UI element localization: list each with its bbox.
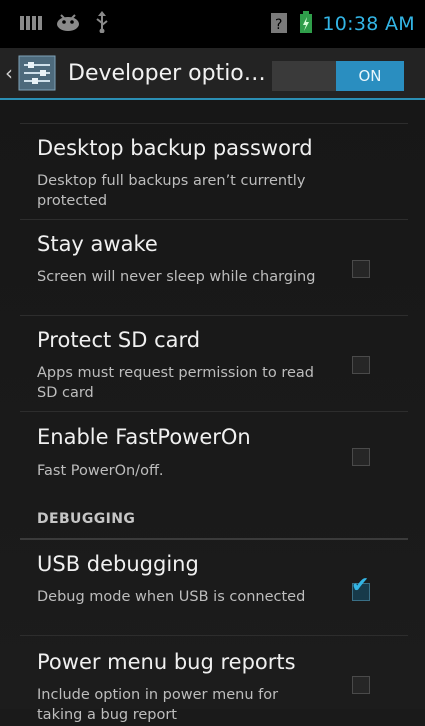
list-item-title: Power menu bug reports [37, 650, 296, 674]
list-item-partial [20, 100, 408, 124]
list-item-usb-debugging[interactable]: USB debugging Debug mode when USB is con… [20, 540, 408, 636]
switch-on-label: ON [336, 61, 404, 91]
list-item-title: Desktop backup password [37, 136, 313, 160]
enable-fastpoweron-checkbox[interactable] [352, 448, 370, 466]
checkmark-icon: ✔ [351, 573, 370, 598]
list-item-power-menu-bug-reports[interactable]: Power menu bug reports Include option in… [20, 636, 408, 726]
usb-icon [94, 11, 110, 37]
battery-icon [298, 11, 314, 37]
svg-text:?: ? [275, 17, 282, 33]
list-item-title: Enable FastPowerOn [37, 425, 251, 449]
protect-sd-card-checkbox[interactable] [352, 356, 370, 374]
power-menu-bug-reports-checkbox[interactable] [352, 676, 370, 694]
page-title: Developer optio… [68, 60, 266, 86]
up-navigation-icon[interactable]: ‹ [2, 47, 16, 99]
android-debug-icon [56, 13, 80, 35]
no-sim-icon: ? [270, 11, 290, 37]
list-item-stay-awake[interactable]: Stay awake Screen will never sleep while… [20, 220, 408, 316]
usb-debugging-checkbox[interactable]: ✔ [351, 575, 370, 601]
stay-awake-checkbox[interactable] [352, 260, 370, 278]
section-label: DEBUGGING [37, 511, 136, 527]
list-item-summary: Debug mode when USB is connected [37, 589, 306, 605]
list-item-summary: Screen will never sleep while charging [37, 269, 316, 285]
list-item-desktop-backup-password[interactable]: Desktop backup password Desktop full bac… [20, 124, 408, 220]
settings-list: Desktop backup password Desktop full bac… [0, 100, 425, 723]
list-item-summary: Apps must request permission to read SD … [37, 365, 314, 401]
list-item-summary: Include option in power menu for taking … [37, 687, 279, 723]
status-right-icons: ? 10:38 AM [270, 11, 415, 37]
list-item-title: USB debugging [37, 552, 199, 576]
developer-options-switch[interactable]: ON [272, 61, 404, 91]
list-item-summary: Desktop full backups aren’t currently pr… [37, 173, 306, 209]
list-item-protect-sd-card[interactable]: Protect SD card Apps must request permis… [20, 316, 408, 412]
status-bar: ? 10:38 AM [0, 0, 425, 48]
section-header-debugging: DEBUGGING [20, 500, 408, 540]
notification-icon [20, 14, 42, 34]
status-time: 10:38 AM [322, 13, 415, 35]
list-item-title: Protect SD card [37, 328, 201, 352]
list-item-summary: Fast PowerOn/off. [37, 463, 164, 479]
list-item-title: Stay awake [37, 232, 158, 256]
developer-options-icon[interactable] [18, 55, 56, 91]
status-left-icons [20, 11, 110, 37]
list-item-enable-fastpoweron[interactable]: Enable FastPowerOn Fast PowerOn/off. [20, 412, 408, 500]
